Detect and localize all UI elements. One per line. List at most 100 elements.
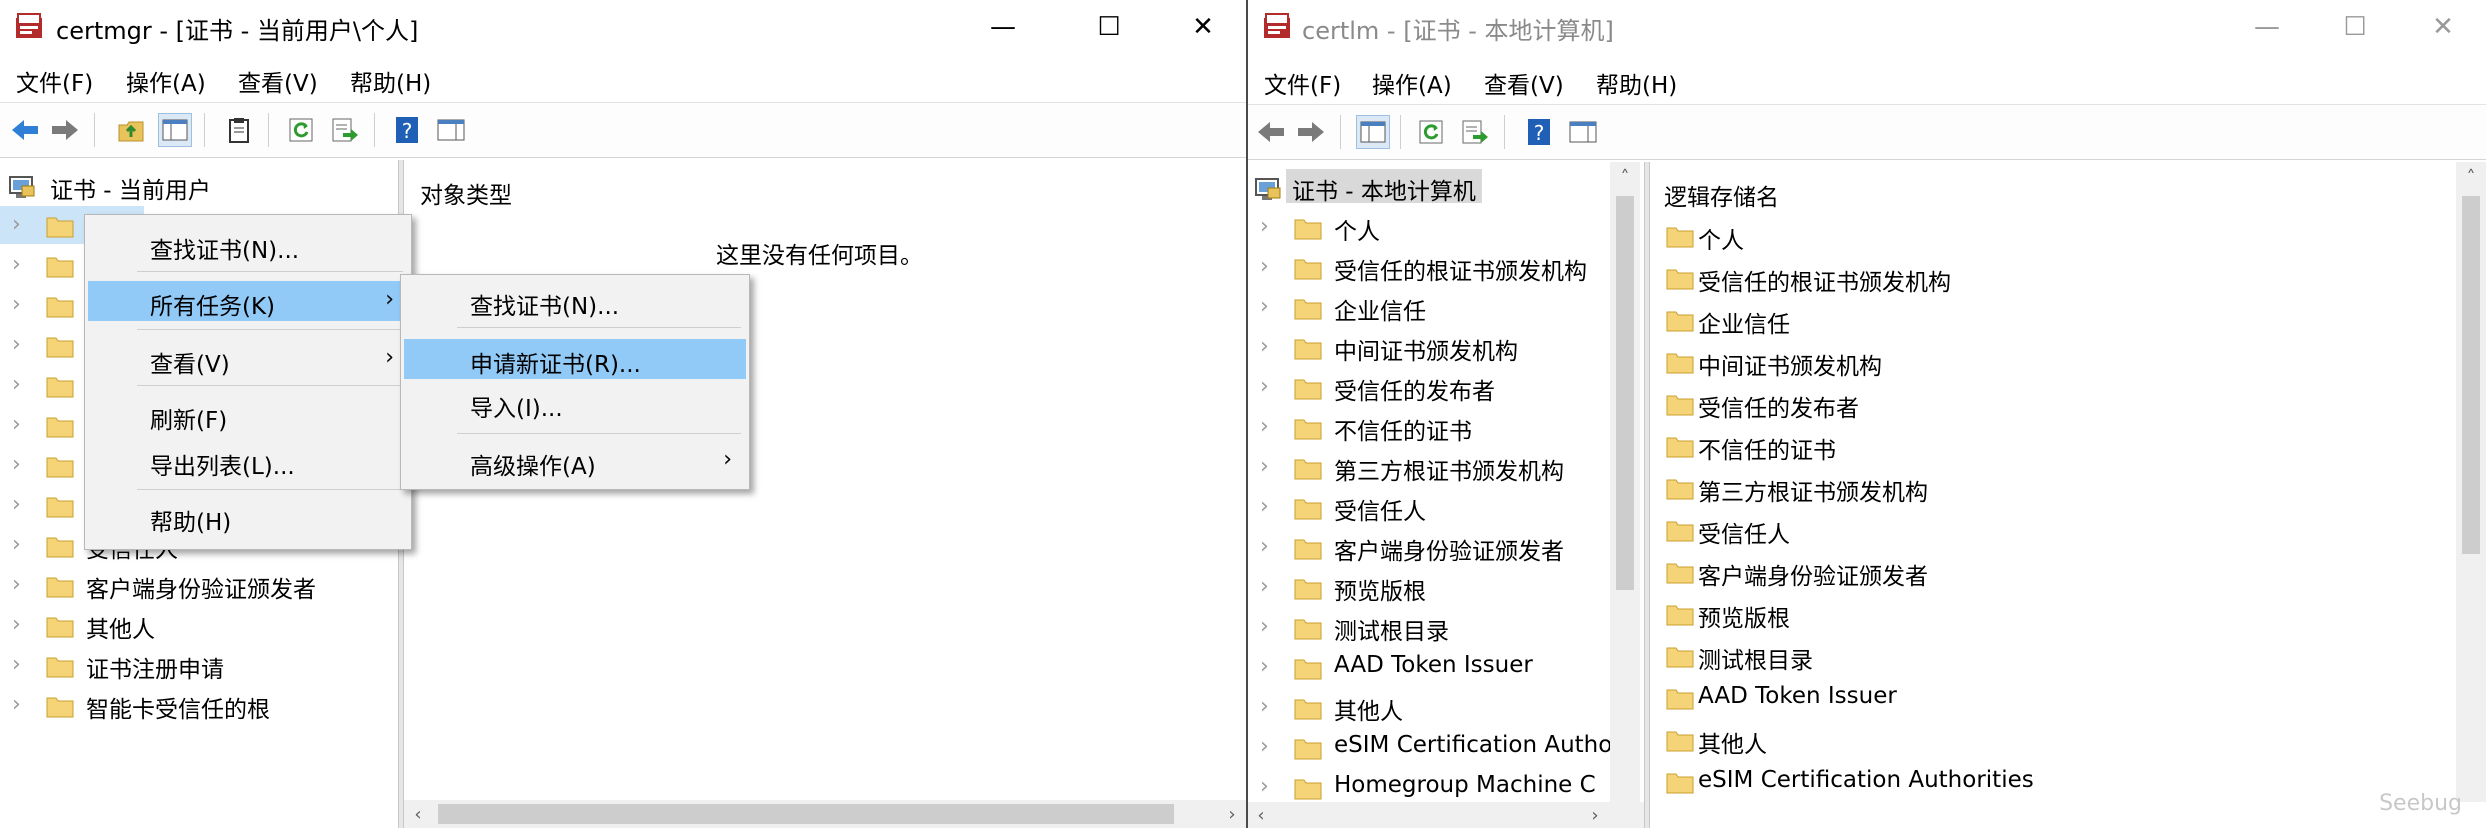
list-item[interactable]: 个人 xyxy=(1650,216,2486,256)
ctx-view[interactable]: 查看(V) › xyxy=(88,339,408,379)
ctx-export-list[interactable]: 导出列表(L)... xyxy=(88,441,408,481)
horizontal-scrollbar[interactable]: ‹ › xyxy=(1248,802,1644,828)
folder-icon xyxy=(46,217,74,238)
forward-button[interactable] xyxy=(48,113,82,147)
tree-item[interactable]: › 受信任的根证书颁发机构 xyxy=(1248,248,1644,286)
expand-chevron-icon: › xyxy=(12,372,21,397)
list-item[interactable]: 其他人 xyxy=(1650,720,2486,760)
menu-file[interactable]: 文件(F) xyxy=(16,64,93,98)
export-list-button[interactable] xyxy=(1458,115,1492,149)
list-item[interactable]: 中间证书颁发机构 xyxy=(1650,342,2486,382)
back-button[interactable] xyxy=(8,113,42,147)
tree-item[interactable]: › eSIM Certification Autho xyxy=(1248,728,1644,766)
scroll-right-arrow-icon[interactable]: › xyxy=(1582,802,1608,828)
list-item[interactable]: 企业信任 xyxy=(1650,300,2486,340)
horizontal-scrollbar[interactable]: ‹ › xyxy=(404,800,1246,828)
list-item[interactable]: 受信任的根证书颁发机构 xyxy=(1650,258,2486,298)
scroll-right-arrow-icon[interactable]: › xyxy=(1218,800,1246,828)
tree-item[interactable]: › 客户端身份验证颁发者 xyxy=(1248,528,1644,566)
column-header-object-type[interactable]: 对象类型 xyxy=(420,176,512,210)
list-item[interactable]: 受信任人 xyxy=(1650,510,2486,550)
list-item[interactable]: 测试根目录 xyxy=(1650,636,2486,676)
help-button[interactable]: ? xyxy=(1522,115,1556,149)
tree-item[interactable]: › 个人 xyxy=(1248,208,1644,246)
svg-text:?: ? xyxy=(402,119,413,143)
tree-item-enrollment-requests[interactable]: › 证书注册申请 xyxy=(0,646,398,684)
results-pane: 逻辑存储名 个人 受信任的根证书颁发机构 企业信任 中间证书颁发机构 受信任的发布者 不信… xyxy=(1650,162,2486,828)
forward-button[interactable] xyxy=(1294,115,1328,149)
menu-action[interactable]: 操作(A) xyxy=(1372,66,1452,100)
list-item[interactable]: 第三方根证书颁发机构 xyxy=(1650,468,2486,508)
tree-item[interactable]: › 不信任的证书 xyxy=(1248,408,1644,446)
scroll-left-arrow-icon[interactable]: ‹ xyxy=(1248,802,1274,828)
title-bar[interactable]: certmgr - [证书 - 当前用户\个人] — ☐ ✕ xyxy=(0,0,1246,54)
back-button[interactable] xyxy=(1254,115,1288,149)
tree-item[interactable]: › 受信任的发布者 xyxy=(1248,368,1644,406)
expand-chevron-icon: › xyxy=(1260,374,1269,399)
scroll-thumb[interactable] xyxy=(2462,196,2480,554)
menu-action[interactable]: 操作(A) xyxy=(126,64,206,98)
ctx-all-tasks[interactable]: 所有任务(K) › xyxy=(88,281,408,321)
vertical-scrollbar[interactable]: ˄ xyxy=(1610,162,1640,802)
sub-request-new-certificate[interactable]: 申请新证书(R)... xyxy=(404,339,746,379)
menu-view[interactable]: 查看(V) xyxy=(1484,66,1564,100)
list-item[interactable]: 预览版根 xyxy=(1650,594,2486,634)
tree-item[interactable]: › 测试根目录 xyxy=(1248,608,1644,646)
tree-item[interactable]: › Homegroup Machine C xyxy=(1248,768,1644,806)
sub-import[interactable]: 导入(I)... xyxy=(404,383,746,423)
minimize-button[interactable]: — xyxy=(2230,0,2304,54)
menu-help[interactable]: 帮助(H) xyxy=(1596,66,1677,100)
refresh-button[interactable] xyxy=(284,113,318,147)
tree-item[interactable]: › 预览版根 xyxy=(1248,568,1644,606)
scroll-left-arrow-icon[interactable]: ‹ xyxy=(404,800,432,828)
list-item[interactable]: 不信任的证书 xyxy=(1650,426,2486,466)
scroll-thumb[interactable] xyxy=(1616,196,1634,590)
tree-root[interactable]: 证书 - 当前用户 xyxy=(0,166,398,204)
title-bar[interactable]: certlm - [证书 - 本地计算机] — ☐ ✕ xyxy=(1248,0,2486,54)
sub-find-certificates[interactable]: 查找证书(N)... xyxy=(404,281,746,321)
ctx-help[interactable]: 帮助(H) xyxy=(88,497,408,537)
tree-item[interactable]: › 中间证书颁发机构 xyxy=(1248,328,1644,366)
folder-icon xyxy=(1294,499,1322,520)
menu-help[interactable]: 帮助(H) xyxy=(350,64,431,98)
vertical-scrollbar[interactable]: ˄ xyxy=(2456,162,2486,802)
tree-item-smartcard-trusted-roots[interactable]: › 智能卡受信任的根 xyxy=(0,686,398,724)
up-folder-button[interactable] xyxy=(114,113,148,147)
column-header-logical-store-name[interactable]: 逻辑存储名 xyxy=(1664,178,1779,212)
tree-item[interactable]: › 第三方根证书颁发机构 xyxy=(1248,448,1644,486)
show-hide-tree-button[interactable] xyxy=(1356,115,1390,149)
close-button[interactable]: ✕ xyxy=(1166,0,1240,54)
maximize-button[interactable]: ☐ xyxy=(2318,0,2392,54)
sub-advanced-operations[interactable]: 高级操作(A) › xyxy=(404,441,746,481)
ctx-refresh[interactable]: 刷新(F) xyxy=(88,395,408,435)
properties-button[interactable] xyxy=(1566,115,1600,149)
refresh-button[interactable] xyxy=(1414,115,1448,149)
tree-item[interactable]: › 受信任人 xyxy=(1248,488,1644,526)
tree-item-other-people[interactable]: › 其他人 xyxy=(0,606,398,644)
help-button[interactable]: ? xyxy=(390,113,424,147)
tree-item[interactable]: › 其他人 xyxy=(1248,688,1644,726)
ctx-find-certificates[interactable]: 查找证书(N)... xyxy=(88,225,408,265)
tree-item[interactable]: › AAD Token Issuer xyxy=(1248,648,1644,686)
clipboard-button[interactable] xyxy=(222,113,256,147)
tree-item-client-auth-issuers[interactable]: › 客户端身份验证颁发者 xyxy=(0,566,398,604)
scroll-thumb[interactable] xyxy=(438,804,1174,824)
list-item[interactable]: eSIM Certification Authorities xyxy=(1650,762,2486,802)
maximize-button[interactable]: ☐ xyxy=(1072,0,1146,54)
export-list-button[interactable] xyxy=(328,113,362,147)
expand-chevron-icon: › xyxy=(12,252,21,277)
tree-root-label: 证书 - 当前用户 xyxy=(50,178,211,204)
list-item[interactable]: 客户端身份验证颁发者 xyxy=(1650,552,2486,592)
menu-view[interactable]: 查看(V) xyxy=(238,64,318,98)
scroll-up-arrow-icon[interactable]: ˄ xyxy=(2456,162,2486,192)
minimize-button[interactable]: — xyxy=(966,0,1040,54)
tree-item[interactable]: › 企业信任 xyxy=(1248,288,1644,326)
tree-root[interactable]: 证书 - 本地计算机 xyxy=(1248,168,1644,206)
list-item[interactable]: 受信任的发布者 xyxy=(1650,384,2486,424)
close-button[interactable]: ✕ xyxy=(2406,0,2480,54)
properties-button[interactable] xyxy=(434,113,468,147)
menu-file[interactable]: 文件(F) xyxy=(1264,66,1341,100)
scroll-up-arrow-icon[interactable]: ˄ xyxy=(1610,162,1640,192)
list-item[interactable]: AAD Token Issuer xyxy=(1650,678,2486,718)
show-hide-tree-button[interactable] xyxy=(158,113,192,147)
